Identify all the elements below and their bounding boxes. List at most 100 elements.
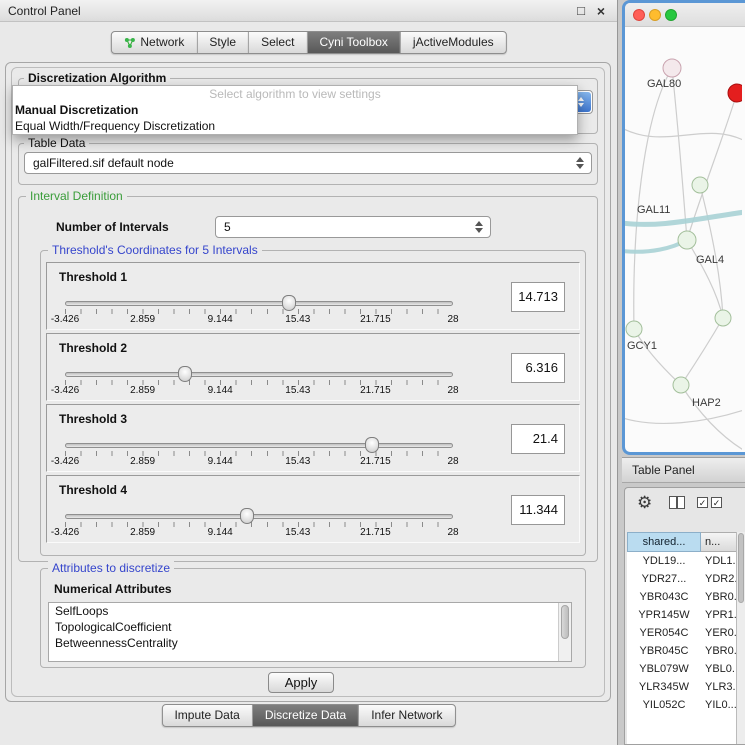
table-cell[interactable]: YER0... <box>701 624 738 642</box>
table-row[interactable]: YIL052CYIL0... <box>627 696 738 714</box>
table-cell[interactable]: YLR345W <box>627 678 701 696</box>
apply-button[interactable]: Apply <box>268 672 334 693</box>
slider-thumb[interactable] <box>178 366 192 382</box>
node-hap2[interactable] <box>673 377 689 393</box>
threshold-2-panel: Threshold 2 -3.4262.8599.14415.4321.7152… <box>46 333 580 401</box>
combobox-stepper-icon[interactable] <box>473 217 485 237</box>
scrollbar-thumb[interactable] <box>738 533 744 603</box>
table-cell[interactable]: YDR2... <box>701 570 738 588</box>
mac-minimize-button[interactable] <box>649 9 661 21</box>
slider-track[interactable] <box>65 301 453 306</box>
node-gcy1[interactable] <box>626 321 642 337</box>
numerical-attributes-list[interactable]: SelfLoopsTopologicalCoefficientBetweenne… <box>48 602 572 662</box>
list-item[interactable]: SelfLoops <box>49 603 571 619</box>
table-cell[interactable]: YIL052C <box>627 696 701 714</box>
tab-cyni-toolbox[interactable]: Cyni Toolbox <box>307 32 400 53</box>
table-toolbar: ⚙ ✓ ✓ <box>625 488 745 518</box>
slider-track[interactable] <box>65 514 453 519</box>
table-cell[interactable]: YIL0... <box>701 696 738 714</box>
column-header-shared-name[interactable]: shared... <box>627 532 701 552</box>
mac-close-button[interactable] <box>633 9 645 21</box>
slider-thumb[interactable] <box>240 508 254 524</box>
table-row[interactable]: YBR043CYBR0... <box>627 588 738 606</box>
table-cell[interactable]: YER054C <box>627 624 701 642</box>
threshold-4-slider[interactable]: -3.4262.8599.14415.4321.71528 <box>65 506 453 540</box>
table-cell[interactable]: YPR1... <box>701 606 738 624</box>
node-gal4[interactable] <box>678 231 696 249</box>
table-cell[interactable]: YDL19... <box>627 552 701 570</box>
tab-select[interactable]: Select <box>249 32 307 53</box>
node-gal80[interactable] <box>663 59 681 77</box>
table-cell[interactable]: YPR145W <box>627 606 701 624</box>
tab-infer-network[interactable]: Infer Network <box>359 705 454 726</box>
tab-network[interactable]: Network <box>111 32 197 53</box>
tab-style[interactable]: Style <box>197 32 249 53</box>
table-cell[interactable]: YBL079W <box>627 660 701 678</box>
threshold-3-slider[interactable]: -3.4262.8599.14415.4321.71528 <box>65 435 453 469</box>
table-row[interactable]: YDR27...YDR2... <box>627 570 738 588</box>
network-canvas[interactable]: GAL80 GAL11 GAL4 GCY1 HAP2 <box>625 27 745 452</box>
node[interactable] <box>715 310 731 326</box>
number-of-intervals-combobox[interactable]: 5 <box>215 216 491 238</box>
table-row[interactable]: YER054CYER0... <box>627 624 738 642</box>
dropdown-option-manual[interactable]: Manual Discretization <box>13 102 577 118</box>
tab-impute-data[interactable]: Impute Data <box>162 705 252 726</box>
table-row[interactable]: YBR045CYBR0... <box>627 642 738 660</box>
interval-definition-label: Interval Definition <box>26 189 127 203</box>
tab-jactivemodules[interactable]: jActiveModules <box>401 32 506 53</box>
mac-zoom-button[interactable] <box>665 9 677 21</box>
slider-scale-label: 21.715 <box>360 314 391 325</box>
scrollbar-thumb[interactable] <box>561 605 569 639</box>
tab-label: Network <box>140 32 184 53</box>
table-cell[interactable]: YLR3... <box>701 678 738 696</box>
threshold-1-slider[interactable]: -3.4262.8599.14415.4321.71528 <box>65 293 453 327</box>
table-cell[interactable]: YDR27... <box>627 570 701 588</box>
control-panel-window: Control Panel □ × Network Style Select C… <box>0 0 618 745</box>
slider-scale-label: 15.43 <box>285 456 310 467</box>
table-data-value: galFiltered.sif default node <box>33 153 174 173</box>
table-row[interactable]: YPR145WYPR1... <box>627 606 738 624</box>
list-scrollbar[interactable] <box>558 603 571 661</box>
table-cell[interactable]: YBR043C <box>627 588 701 606</box>
list-item[interactable]: TopologicalCoefficient <box>49 619 571 635</box>
slider-track[interactable] <box>65 372 453 377</box>
column-header-name[interactable]: n... <box>701 532 738 552</box>
columns-icon[interactable] <box>669 496 685 509</box>
threshold-3-value-field[interactable]: 21.4 <box>511 424 565 454</box>
threshold-4-value-field[interactable]: 11.344 <box>511 495 565 525</box>
table-data-combobox[interactable]: galFiltered.sif default node <box>24 152 592 174</box>
table-row[interactable]: YDL19...YDL1... <box>627 552 738 570</box>
slider-thumb[interactable] <box>365 437 379 453</box>
table-panel-header: Table Panel <box>622 457 745 483</box>
list-item[interactable]: BetweennessCentrality <box>49 635 571 651</box>
slider-scale-label: 15.43 <box>285 527 310 538</box>
slider-thumb[interactable] <box>282 295 296 311</box>
combobox-stepper-icon[interactable] <box>574 153 586 173</box>
table-cell[interactable]: YBR0... <box>701 642 738 660</box>
slider-scale-label: 15.43 <box>285 314 310 325</box>
table-cell[interactable]: YBR0... <box>701 588 738 606</box>
slider-scale: -3.4262.8599.14415.4321.71528 <box>65 456 453 469</box>
node-label: GAL11 <box>637 204 670 216</box>
attributes-group-label: Attributes to discretize <box>48 561 174 575</box>
dropdown-option-equal-width[interactable]: Equal Width/Frequency Discretization <box>13 118 577 134</box>
node[interactable] <box>692 177 708 193</box>
float-window-icon[interactable]: □ <box>577 0 585 22</box>
threshold-3-panel: Threshold 3 -3.4262.8599.14415.4321.7152… <box>46 404 580 472</box>
gear-icon[interactable]: ⚙ <box>637 492 652 514</box>
table-row[interactable]: YLR345WYLR3... <box>627 678 738 696</box>
tab-discretize-data[interactable]: Discretize Data <box>253 705 359 726</box>
slider-track[interactable] <box>65 443 453 448</box>
threshold-2-slider[interactable]: -3.4262.8599.14415.4321.71528 <box>65 364 453 398</box>
table-scrollbar[interactable] <box>736 532 745 744</box>
table-cell[interactable]: YDL1... <box>701 552 738 570</box>
threshold-2-value-field[interactable]: 6.316 <box>511 353 565 383</box>
threshold-1-value-field[interactable]: 14.713 <box>511 282 565 312</box>
node-selected-red[interactable] <box>728 84 742 102</box>
table-cell[interactable]: YBL0... <box>701 660 738 678</box>
select-all-icon[interactable]: ✓ <box>697 497 708 508</box>
close-icon[interactable]: × <box>597 0 605 22</box>
select-none-icon[interactable]: ✓ <box>711 497 722 508</box>
table-row[interactable]: YBL079WYBL0... <box>627 660 738 678</box>
table-cell[interactable]: YBR045C <box>627 642 701 660</box>
